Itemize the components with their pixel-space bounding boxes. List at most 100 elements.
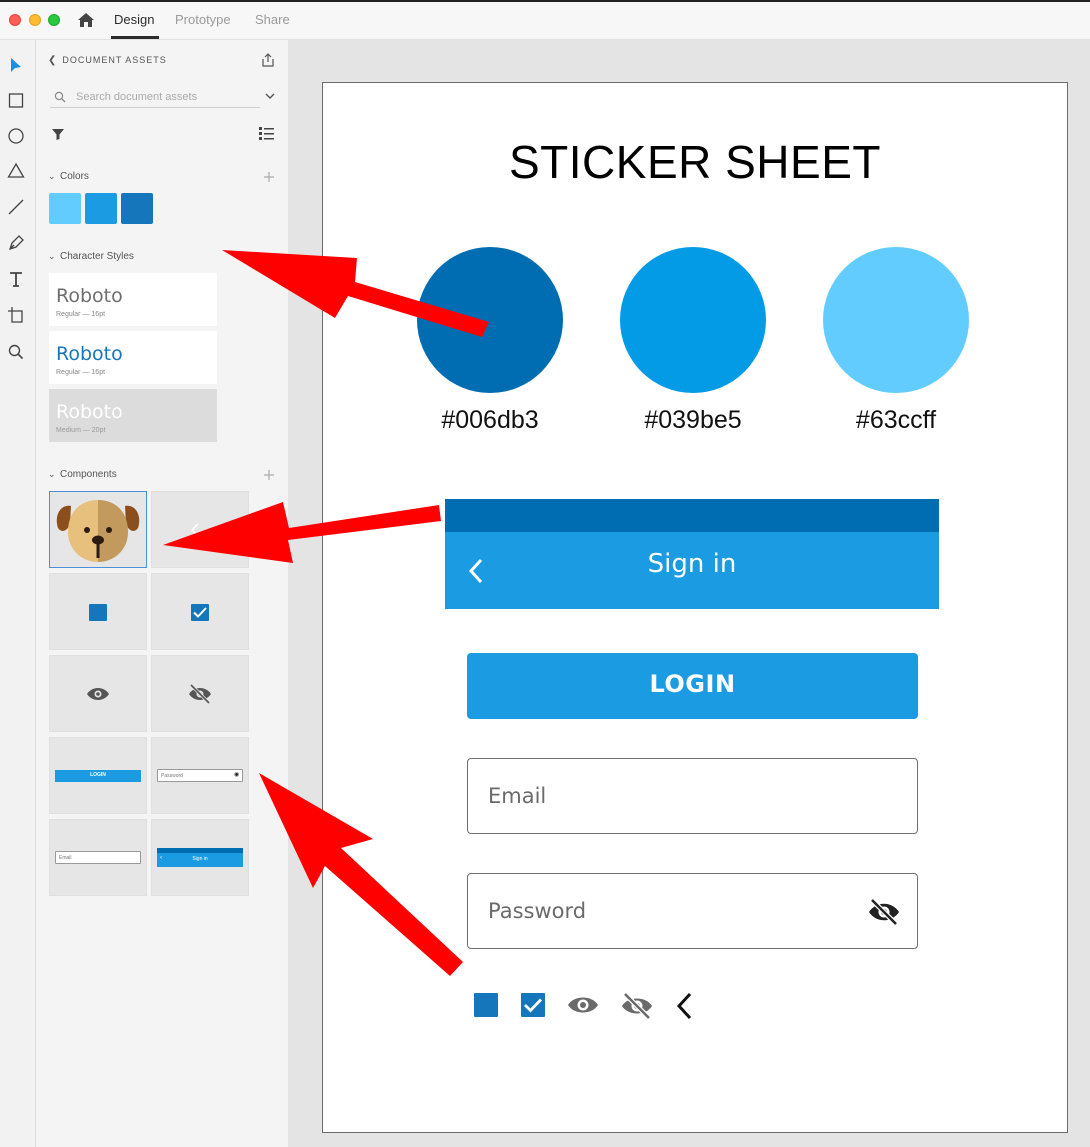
document-assets-panel: ❮ DOCUMENT ASSETS ⌄ Colors: [36, 40, 288, 1147]
color-swatch[interactable]: [85, 193, 117, 224]
zoom-icon[interactable]: [6, 342, 26, 362]
pen-icon[interactable]: [6, 233, 26, 253]
search-bar: [50, 86, 260, 108]
component-login-button[interactable]: LOGIN: [49, 737, 147, 814]
login-thumb-label: LOGIN: [90, 772, 106, 778]
component-eye-off[interactable]: [151, 655, 249, 732]
line-icon[interactable]: [6, 197, 26, 217]
chevron-down-icon[interactable]: ⌄: [48, 171, 56, 182]
character-style-meta: Regular — 16pt: [56, 369, 106, 376]
color-swatch[interactable]: [49, 193, 81, 224]
email-thumb-label: Email: [59, 855, 72, 861]
close-window-button[interactable]: [9, 14, 21, 26]
character-styles-section-header[interactable]: ⌄ Character Styles: [48, 251, 134, 262]
minimize-window-button[interactable]: [29, 14, 41, 26]
artboard-sticker-sheet[interactable]: STICKER SHEET #006db3 #039be5 #63ccff Si…: [322, 82, 1068, 1133]
character-style-name: Roboto: [56, 401, 123, 423]
color-circle[interactable]: [823, 247, 969, 393]
signin-thumb-label: Sign in: [192, 856, 208, 862]
eye-off-icon: ◉: [234, 772, 240, 778]
login-thumb-bar: LOGIN: [55, 770, 141, 782]
eye-off-icon: [189, 683, 211, 705]
character-style-name: Roboto: [56, 343, 123, 365]
chevron-down-icon[interactable]: ⌄: [48, 469, 56, 480]
component-dog-avatar[interactable]: [49, 491, 147, 568]
checkbox-checked-icon: [191, 604, 209, 621]
page-title: STICKER SHEET: [508, 136, 881, 188]
tools-toolbar: [0, 40, 36, 1147]
chevron-left-icon[interactable]: ❮: [48, 55, 57, 66]
email-thumb-field: Email: [55, 851, 141, 864]
tab-design[interactable]: Design: [114, 12, 154, 27]
colors-section-title: Colors: [60, 171, 89, 182]
component-checkbox-unchecked[interactable]: [49, 573, 147, 650]
component-checkbox-checked[interactable]: [151, 573, 249, 650]
component-eye[interactable]: [49, 655, 147, 732]
chevron-down-icon[interactable]: ⌄: [48, 251, 56, 262]
text-icon[interactable]: [6, 269, 26, 289]
select-icon[interactable]: [6, 55, 26, 75]
eye-off-icon[interactable]: [621, 992, 653, 1020]
checkbox-unchecked-icon: [89, 604, 107, 621]
component-signin-app-bar[interactable]: ‹ Sign in: [151, 819, 249, 896]
eye-icon: [87, 688, 109, 700]
color-circle[interactable]: [417, 247, 563, 393]
panel-title: DOCUMENT ASSETS: [62, 55, 167, 65]
zoom-window-button[interactable]: [48, 14, 60, 26]
export-icon[interactable]: [260, 52, 276, 68]
character-style-item[interactable]: Roboto Medium — 20pt: [49, 389, 217, 442]
eye-off-icon[interactable]: [867, 898, 901, 926]
title-bar: Design Prototype Share: [0, 0, 1090, 40]
email-field: [467, 758, 918, 834]
login-button[interactable]: LOGIN: [467, 653, 918, 719]
search-icon: [54, 91, 66, 103]
panel-header[interactable]: ❮ DOCUMENT ASSETS: [48, 55, 167, 66]
color-hex-label: #006db3: [441, 406, 539, 434]
color-hex-label: #039be5: [644, 406, 742, 434]
chevron-down-icon[interactable]: [265, 92, 275, 100]
color-circle[interactable]: [620, 247, 766, 393]
status-bar: [445, 499, 939, 532]
password-thumb-field: Password ◉: [157, 769, 243, 782]
color-swatch[interactable]: [121, 193, 153, 224]
component-back-chevron[interactable]: [151, 491, 249, 568]
active-tab-indicator: [111, 36, 159, 39]
rectangle-icon[interactable]: [6, 90, 26, 110]
email-input[interactable]: [488, 781, 848, 811]
dog-icon: [56, 500, 140, 562]
character-style-item[interactable]: Roboto Regular — 16pt: [49, 273, 217, 326]
character-style-meta: Medium — 20pt: [56, 427, 106, 434]
sign-in-app-bar: Sign in: [445, 499, 939, 609]
components-section-title: Components: [60, 469, 117, 480]
signin-thumb-bar: ‹ Sign in: [157, 853, 243, 867]
password-field: [467, 873, 918, 949]
password-input[interactable]: [488, 896, 848, 926]
character-style-item[interactable]: Roboto Regular — 16pt: [49, 331, 217, 384]
components-section-header[interactable]: ⌄ Components: [48, 469, 117, 480]
list-view-icon[interactable]: [259, 126, 274, 140]
tab-prototype[interactable]: Prototype: [175, 12, 231, 27]
component-password-field[interactable]: Password ◉: [151, 737, 249, 814]
character-style-name: Roboto: [56, 285, 123, 307]
window-top-border: [0, 0, 1090, 2]
artboard-icon[interactable]: [6, 305, 26, 325]
chevron-left-icon[interactable]: [675, 992, 695, 1020]
add-component-icon[interactable]: [263, 469, 275, 481]
password-thumb-label: Password: [161, 773, 183, 779]
checkbox-checked-icon[interactable]: [520, 992, 546, 1018]
component-email-field[interactable]: Email: [49, 819, 147, 896]
checkbox-unchecked-icon[interactable]: [473, 992, 499, 1018]
tab-share[interactable]: Share: [255, 12, 290, 27]
search-input[interactable]: [76, 89, 256, 105]
filter-icon[interactable]: [51, 127, 65, 141]
polygon-icon[interactable]: [6, 161, 26, 181]
eye-icon[interactable]: [567, 992, 599, 1018]
color-hex-label: #63ccff: [855, 406, 937, 434]
ellipse-icon[interactable]: [6, 126, 26, 146]
home-icon[interactable]: [77, 11, 95, 29]
add-color-icon[interactable]: [263, 171, 275, 183]
character-style-meta: Regular — 16pt: [56, 311, 106, 318]
app-bar-title: Sign in: [647, 549, 737, 579]
character-styles-section-title: Character Styles: [60, 251, 134, 262]
colors-section-header[interactable]: ⌄ Colors: [48, 171, 89, 182]
